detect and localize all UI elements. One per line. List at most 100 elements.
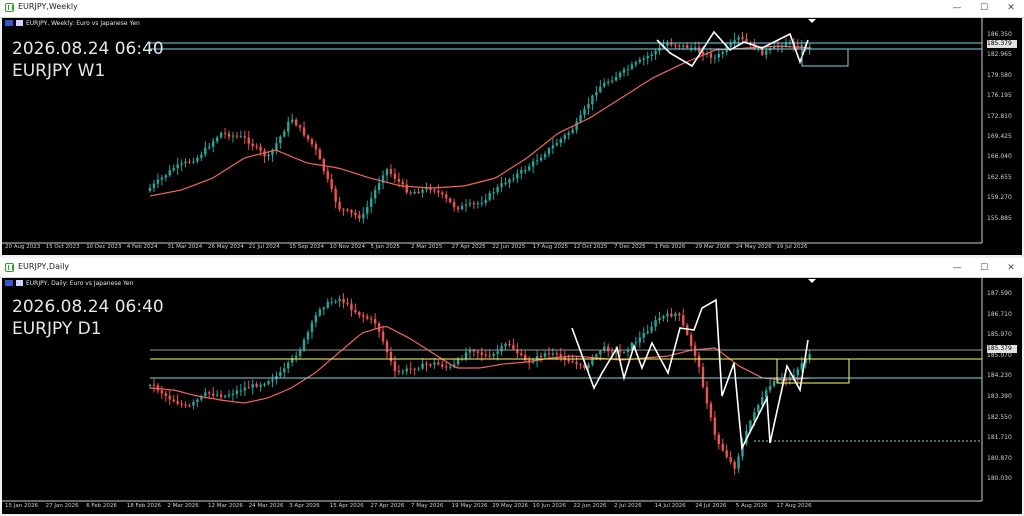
date-axis-label: 3 Apr 2026: [289, 503, 320, 509]
candle-body: [480, 352, 483, 355]
candle-body: [188, 161, 191, 163]
candle-body: [697, 47, 701, 52]
candle-body: [599, 350, 602, 355]
candle-body: [595, 92, 598, 96]
candle-body: [267, 154, 270, 157]
candle-body: [306, 135, 310, 140]
candle-body: [717, 53, 720, 58]
daily-chart-canvas[interactable]: EURJPY, Daily: Euro vs Japanese Yen 2026…: [2, 278, 1022, 514]
daily-clock: 2026.08.24 06:40: [12, 297, 164, 317]
daily-subtitle-text: EURJPY, Daily: Euro vs Japanese Yen: [26, 280, 134, 287]
candle-body: [496, 187, 499, 193]
minimize-button[interactable]: —: [944, 0, 970, 17]
weekly-chart-window[interactable]: EURJPY,Weekly — ☐ ✕ EURJPY, Weekly: Euro…: [0, 0, 1024, 258]
candle-body: [441, 192, 444, 195]
candle-body: [334, 188, 337, 202]
candle-body: [294, 119, 298, 126]
candle-body: [678, 313, 681, 316]
candle-body: [607, 346, 610, 352]
candle-body: [358, 214, 361, 219]
date-axis-label: 15 Apr 2026: [329, 503, 364, 509]
candle-body: [437, 190, 440, 193]
date-axis-label: 2 Mar 2025: [411, 244, 443, 250]
candle-body: [362, 315, 365, 317]
price-axis-label: 187.590: [987, 290, 1012, 297]
candle-body: [508, 344, 511, 346]
candle-body: [251, 384, 254, 388]
daily-chart-window[interactable]: EURJPY,Daily — ☐ ✕ EURJPY, Daily: Euro v…: [0, 260, 1024, 516]
price-axis-label: 159.270: [987, 194, 1012, 202]
candle-body: [373, 189, 377, 199]
candle-body: [192, 402, 195, 406]
weekly-titlebar[interactable]: EURJPY,Weekly — ☐ ✕: [0, 0, 1024, 18]
candle-body: [239, 136, 243, 138]
candle-body: [765, 390, 768, 398]
candle-body: [409, 192, 412, 194]
maximize-button[interactable]: ☐: [971, 0, 997, 17]
candle-body: [571, 361, 574, 363]
close-button[interactable]: ✕: [998, 0, 1024, 17]
candle-body: [618, 350, 622, 353]
candle-body: [227, 133, 231, 137]
candle-body: [421, 189, 424, 193]
maximize-button[interactable]: ☐: [971, 260, 997, 277]
candle-body: [152, 183, 156, 188]
candle-body: [188, 405, 191, 407]
candle-body: [283, 368, 286, 373]
candle-body: [342, 298, 345, 304]
candle-body: [535, 160, 539, 162]
candle-body: [492, 353, 495, 357]
daily-titlebar[interactable]: EURJPY,Daily — ☐ ✕: [0, 260, 1024, 278]
candle-body: [634, 62, 638, 65]
date-axis-label: 2 Jul 2026: [614, 503, 642, 509]
close-button[interactable]: ✕: [998, 260, 1024, 277]
candle-body: [318, 149, 322, 160]
candle-body: [547, 148, 551, 155]
candle-body: [164, 393, 167, 396]
date-axis-label: 22 Jun 2026: [573, 503, 607, 509]
candle-body: [370, 198, 373, 207]
candle-body: [362, 213, 365, 219]
weekly-chart-canvas[interactable]: EURJPY, Weekly: Euro vs Japanese Yen 202…: [2, 18, 1022, 255]
candle-body: [693, 345, 697, 356]
candle-body: [500, 346, 503, 352]
candle-body: [480, 202, 483, 204]
candle-body: [267, 381, 270, 384]
candle-body: [425, 363, 428, 365]
minimize-button[interactable]: —: [944, 260, 970, 277]
candle-body: [772, 380, 776, 386]
candle-body: [346, 209, 349, 211]
candle-body: [650, 54, 653, 56]
candle-body: [583, 108, 586, 115]
candle-body: [528, 166, 531, 171]
weekly-symbol-timeframe: EURJPY W1: [12, 61, 106, 81]
date-axis-label: 7 Dec 2025: [614, 244, 646, 250]
date-axis-label: 31 Mar 2024: [167, 244, 203, 250]
candle-body: [212, 393, 215, 396]
candle-body: [741, 37, 744, 40]
candle-body: [354, 310, 357, 313]
daily-symbol-timeframe: EURJPY D1: [12, 319, 102, 339]
candle-body: [721, 52, 724, 54]
candle-body: [227, 395, 231, 397]
candle-body: [152, 384, 156, 386]
candle-body: [302, 127, 306, 136]
candle-body: [192, 161, 195, 163]
candle-body: [160, 390, 164, 394]
date-axis-label: 24 Jul 2026: [695, 503, 727, 509]
candle-body: [243, 387, 246, 391]
date-axis-label: 21 Jul 2024: [248, 244, 280, 250]
candle-body: [223, 395, 227, 397]
candle-body: [219, 132, 223, 138]
chart-window-icon: [5, 263, 14, 272]
candle-body: [452, 202, 456, 208]
candle-body: [208, 392, 211, 394]
weekly-shift-marker-icon: [808, 19, 816, 23]
candle-body: [148, 384, 152, 386]
price-axis-label: 176.195: [987, 92, 1012, 100]
candle-body: [184, 161, 187, 164]
candle-body: [302, 339, 306, 350]
candle-body: [259, 384, 262, 387]
candle-body: [607, 81, 610, 84]
date-axis-label: 19 May 2026: [451, 503, 488, 509]
